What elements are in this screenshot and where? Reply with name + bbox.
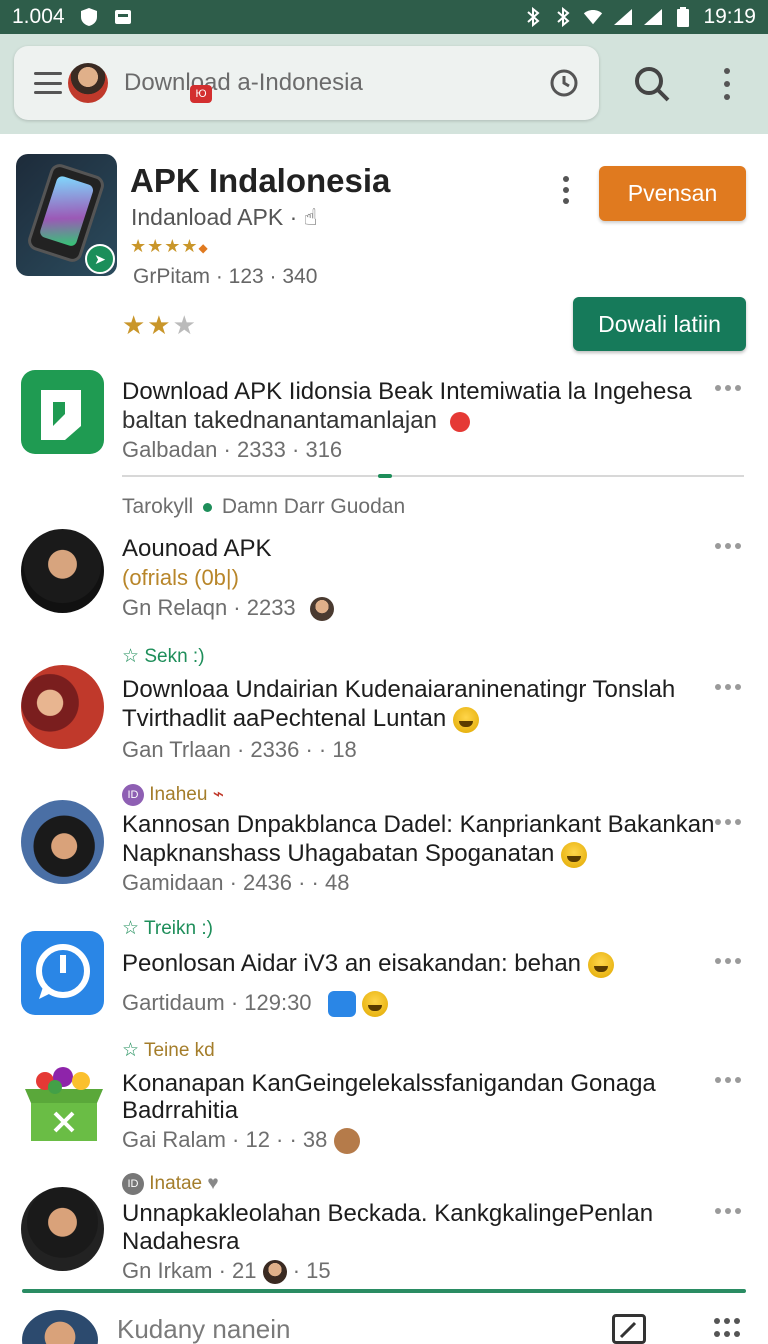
signal-icon (643, 7, 663, 27)
avatar (262, 1260, 287, 1285)
list-item-meta: Gn Relaqn · 2233 (122, 595, 334, 622)
status-time: 19:19 (703, 5, 756, 28)
send-icon: ➤ (85, 244, 115, 274)
list-item-meta: Gamidaan · 2436 · · 48 (122, 870, 350, 895)
wifi-icon (583, 7, 603, 27)
avatar (21, 1187, 104, 1271)
list-item-line2: (ofrials (0b|) (122, 565, 239, 590)
more-options-icon[interactable] (715, 1207, 741, 1215)
more-options-icon[interactable] (715, 957, 741, 965)
search-icon[interactable] (632, 64, 672, 104)
edit-icon[interactable] (612, 1314, 646, 1344)
download-button[interactable]: Dowali latiin (573, 297, 746, 351)
avatar (21, 665, 104, 749)
list-item-line2: Badrrahitia (122, 1097, 239, 1124)
signal-icon (613, 7, 633, 27)
list-item-line2: baltan takednanantamanlajan (122, 407, 470, 435)
status-left-text: 1.004 (12, 5, 65, 28)
avatar (21, 800, 104, 884)
more-options-icon[interactable] (715, 384, 741, 392)
flag-icon: ⌁ (212, 784, 225, 805)
gift-box-icon (21, 1059, 107, 1145)
featured-app-title[interactable]: APK Indalonesia (130, 162, 390, 200)
compose-bar: Kudany nanein (0, 1296, 768, 1344)
avatar[interactable] (22, 1310, 98, 1344)
list-item-tag: ☆ Treikn :) (122, 918, 213, 939)
compose-input[interactable]: Kudany nanein (117, 1314, 290, 1344)
list-item-line2: Tvirthadlit aaPechtenal Luntan (122, 705, 479, 733)
bluetooth-icon (523, 7, 543, 27)
badge-icon: ID (122, 783, 144, 806)
search-bar[interactable]: Ю Download a-Indonesia (14, 46, 599, 120)
list-item-meta: Gan Trlaan · 2336 · · 18 (122, 737, 357, 762)
featured-rating: ★★★★◆ (130, 236, 209, 256)
featured-more-icon[interactable] (560, 176, 572, 204)
avatar (21, 529, 104, 613)
edit-badge-icon (333, 1128, 360, 1155)
star-outline-icon: ☆ (122, 646, 140, 667)
status-bar: 1.004 19:19 (0, 0, 768, 34)
list-item-title: Download APK Iidonsia Beak Intemiwatia l… (122, 378, 692, 405)
hand-cursor-icon: ☝ (303, 204, 318, 230)
list-item-title: Kannosan Dnpakblanca Dadel: Kanpriankant… (122, 811, 715, 838)
scroll-indicator (378, 474, 392, 478)
list-item-title: Aounoad APK (122, 535, 272, 562)
list-item-title: Unnapkakleolahan Beckada. KankgkalingePe… (122, 1200, 654, 1227)
smile-emoji-icon (561, 841, 588, 868)
featured-app-icon[interactable]: ➤ (16, 154, 117, 276)
more-options-icon[interactable] (715, 542, 741, 550)
star-outline-icon: ☆ (122, 1040, 140, 1061)
smile-emoji-icon (452, 706, 479, 733)
shield-icon (79, 7, 99, 27)
app-icon (21, 931, 104, 1015)
list-item-tag: ☆ Sekn :) (122, 646, 205, 667)
list-item-tag: ID Inaheu ⌁ (122, 783, 224, 806)
list-item-tag: ☆ Teine kd (122, 1040, 215, 1061)
primary-action-button[interactable]: Pvensan (599, 166, 746, 221)
more-options-icon[interactable] (715, 683, 741, 691)
progress-line (22, 1289, 746, 1293)
chat-icon (327, 991, 356, 1018)
divider (122, 475, 744, 477)
featured-app-meta: GrPitam · 123 · 340 (133, 265, 318, 288)
list-item-title: Konanapan KanGeingelekalssfanigandan Gon… (122, 1070, 656, 1097)
avatar[interactable]: Ю (68, 63, 212, 103)
badge-icon: ID (122, 1173, 144, 1195)
heart-icon: ♥ (207, 1173, 219, 1195)
featured-app-subtitle: Indanload APK · ☝ (131, 204, 318, 230)
more-options-icon[interactable] (714, 68, 740, 100)
history-icon[interactable] (549, 68, 579, 98)
list-item-meta: Gartidaum · 129:30 (122, 990, 388, 1018)
list-item-title: Downloaa Undairian Kudenaiaraninenatingr… (122, 676, 676, 703)
list-item-tag: Tarokyll Damn Darr Guodan (122, 495, 406, 518)
list-item-meta: Gai Ralam · 12 · · 38 (122, 1127, 360, 1155)
list-item-line2: Nadahesra (122, 1228, 240, 1255)
smile-emoji-icon (361, 991, 388, 1018)
search-input[interactable]: Download a-Indonesia (124, 69, 363, 97)
apps-grid-icon[interactable] (714, 1318, 742, 1340)
avatar (309, 597, 334, 622)
list-item-meta: Galbadan · 2333 · 316 (122, 437, 343, 462)
list-item-meta: Gn Irkam · 21 · 15 (122, 1258, 331, 1285)
battery-icon (673, 7, 693, 27)
list-item-title: Peonlosan Aidar iV3 an eisakandan: behan (122, 950, 614, 978)
app-bar: Ю Download a-Indonesia (0, 34, 768, 134)
smile-emoji-icon (587, 951, 614, 978)
bluetooth-icon (553, 7, 573, 27)
star-outline-icon: ☆ (122, 918, 140, 939)
record-icon (449, 411, 470, 432)
menu-icon[interactable] (34, 72, 62, 94)
list-item-tag: ID Inatae ♥ (122, 1173, 219, 1195)
user-rating: ★★★ (122, 310, 198, 340)
list-item-line2: Napknanshass Uhagabatan Spoganatan (122, 840, 588, 868)
more-options-icon[interactable] (715, 1076, 741, 1084)
more-options-icon[interactable] (715, 818, 741, 826)
notification-icon (113, 7, 133, 27)
app-icon (21, 370, 104, 454)
